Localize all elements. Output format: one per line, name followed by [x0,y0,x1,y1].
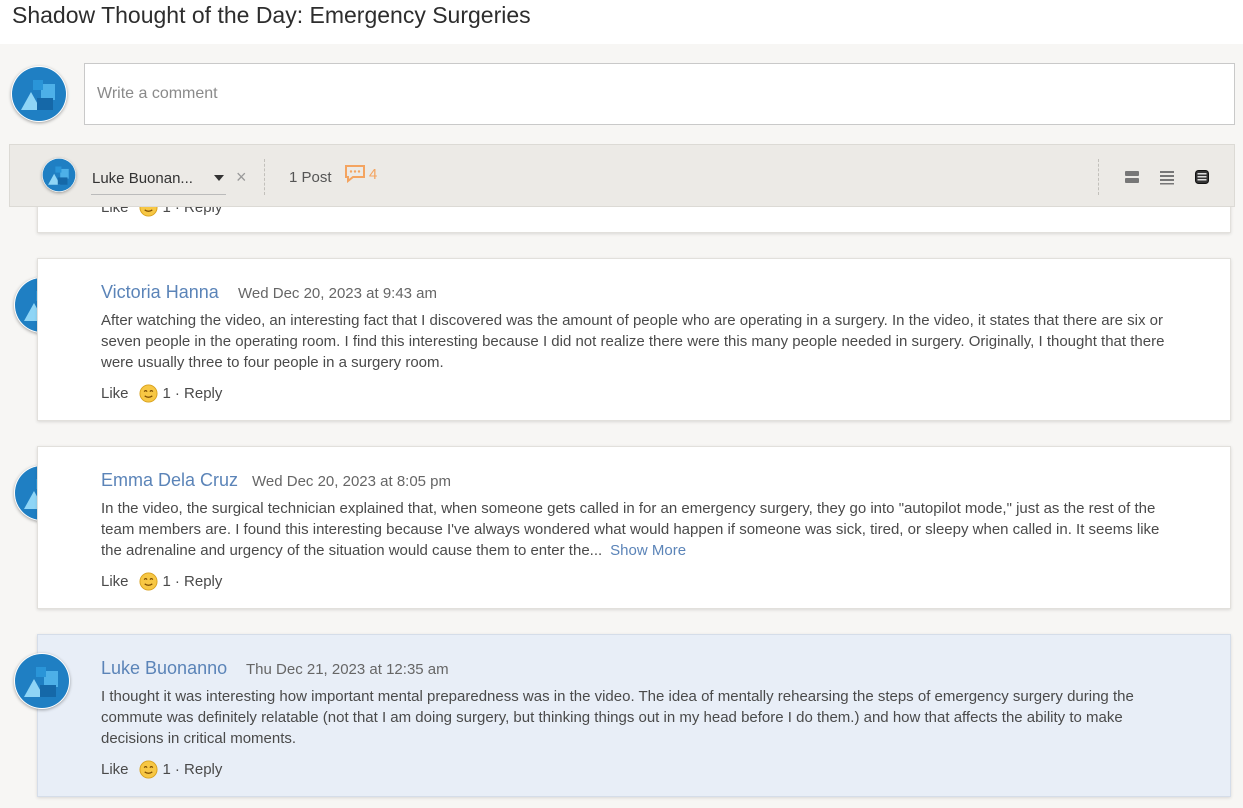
reaction-count: 1 [162,385,171,402]
reply-link[interactable]: · Reply [175,385,223,402]
comment-card: Emma Dela Cruz Wed Dec 20, 2023 at 8:05 … [37,446,1231,609]
like-button[interactable]: Like [101,573,129,590]
comment-actions: Like 1 · Reply [101,384,222,403]
comment-actions: Like 1 · Reply [101,760,222,779]
title-bar: Shadow Thought of the Day: Emergency Sur… [0,0,1243,44]
reaction-count: 1 [162,573,171,590]
comment-text: I thought it was interesting how importa… [101,688,1134,747]
comment-actions: Like 1 · Reply [101,572,222,591]
comment-count-value: 4 [369,165,378,183]
smiley-reaction-icon[interactable] [139,760,158,779]
comment-text: After watching the video, an interesting… [101,312,1165,371]
comment-timestamp: Wed Dec 20, 2023 at 8:05 pm [252,473,452,490]
speech-bubble-icon [345,165,365,183]
post-count: 1 Post [289,169,332,186]
list-view-icon[interactable] [1159,169,1175,190]
divider [1098,159,1099,195]
smiley-reaction-icon[interactable] [139,384,158,403]
current-user-avatar [11,66,67,122]
chevron-down-icon [214,175,224,181]
reaction-count: 1 [162,761,171,778]
expanded-view-icon[interactable] [1124,169,1140,190]
like-button[interactable]: Like [101,385,129,402]
avatar-icon [12,67,66,121]
author-name[interactable]: Emma Dela Cruz [101,470,238,491]
compact-view-icon[interactable] [1194,169,1210,190]
comment-count: 4 [344,165,377,183]
comment-text: In the video, the surgical technician ex… [101,498,1181,561]
smiley-reaction-icon[interactable] [139,572,158,591]
author-name[interactable]: Luke Buonanno [101,658,227,679]
comment-card-highlighted: Luke Buonanno Thu Dec 21, 2023 at 12:35 … [37,634,1231,797]
user-filter-dropdown[interactable]: Luke Buonan... [91,163,226,195]
show-more-link[interactable]: Show More [610,542,686,559]
comment-card: Victoria Hanna Wed Dec 20, 2023 at 9:43 … [37,258,1231,421]
filter-user-avatar [42,158,76,192]
close-icon[interactable]: × [236,167,247,188]
comment-input[interactable] [84,63,1235,125]
comment-timestamp: Thu Dec 21, 2023 at 12:35 am [246,661,449,678]
like-button[interactable]: Like [101,761,129,778]
avatar-icon [42,158,76,192]
author-avatar[interactable] [14,653,70,709]
user-filter-label: Luke Buonan... [92,170,193,187]
comment-timestamp: Wed Dec 20, 2023 at 9:43 am [238,285,438,302]
divider [264,159,265,195]
reply-link[interactable]: · Reply [175,573,223,590]
page-title: Shadow Thought of the Day: Emergency Sur… [12,2,531,28]
reply-link[interactable]: · Reply [175,761,223,778]
avatar-icon [15,654,69,708]
filter-bar: Luke Buonan... × 1 Post 4 [9,144,1235,207]
author-name[interactable]: Victoria Hanna [101,282,219,303]
